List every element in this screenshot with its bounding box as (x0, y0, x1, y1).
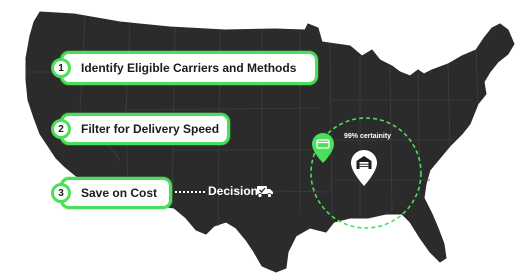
us-map-illustration: 1 Identify Eligible Carriers and Methods… (0, 0, 520, 274)
step-label: Filter for Delivery Speed (81, 122, 220, 136)
truck-check-icon (257, 186, 273, 198)
step-card-1: 1 Identify Eligible Carriers and Methods (51, 51, 318, 85)
step-number-badge: 3 (51, 183, 71, 203)
certainty-label: 99% certainity (344, 133, 392, 140)
step-label: Save on Cost (81, 186, 158, 200)
decision-connector (175, 191, 205, 193)
step-number-badge: 1 (51, 58, 71, 78)
carrier-location-pin (312, 133, 334, 163)
step-label: Identify Eligible Carriers and Methods (81, 61, 297, 75)
step-card-3: 3 Save on Cost (51, 177, 172, 209)
decision-label: Decision (208, 184, 259, 198)
step-number-badge: 2 (51, 119, 71, 139)
step-card-2: 2 Filter for Delivery Speed (51, 113, 230, 145)
warehouse-location-pin (351, 150, 377, 186)
